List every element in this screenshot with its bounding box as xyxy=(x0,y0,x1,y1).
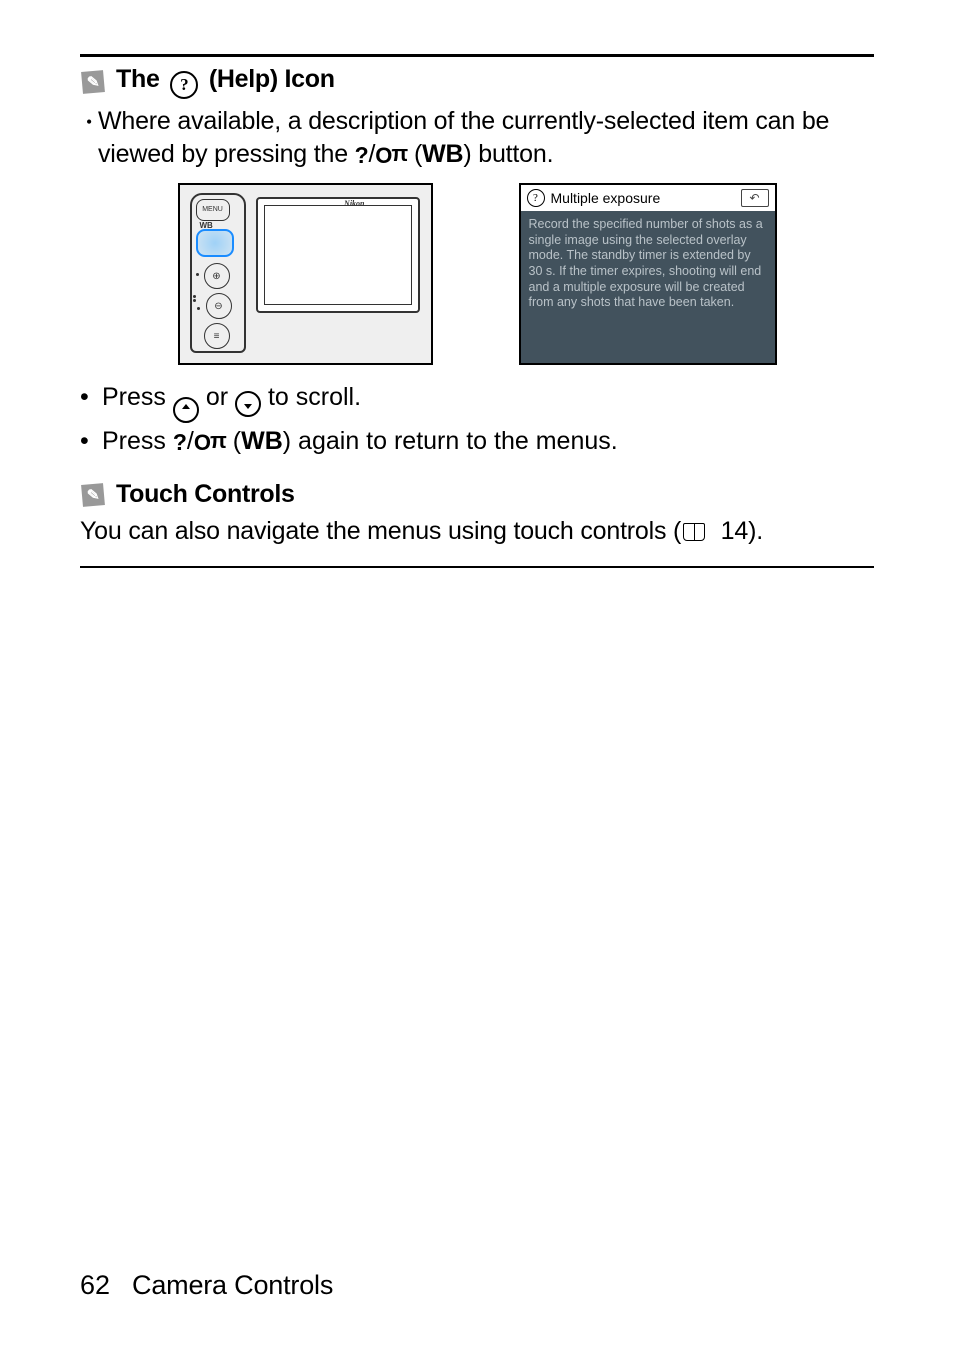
para1-b: ( xyxy=(414,140,422,168)
camera-dot-icon xyxy=(197,307,200,310)
rule-top xyxy=(80,54,874,57)
b2b: ( xyxy=(233,427,241,455)
book-icon xyxy=(683,523,705,541)
bullet-icon: ･ xyxy=(80,107,98,140)
p2a: You can also navigate the menus using to… xyxy=(80,517,681,545)
wb-label-2: WB xyxy=(241,427,283,455)
help-title: Multiple exposure xyxy=(551,190,661,206)
help-q-icon: ? xyxy=(527,189,545,207)
para1-c: ) button. xyxy=(463,140,553,168)
bullet-return: • Press ?/Oπ (WB) again to return to the… xyxy=(80,425,874,459)
page-footer: 62 Camera Controls xyxy=(80,1270,333,1301)
camera-screen-inner xyxy=(264,205,412,305)
camera-dot-icon xyxy=(193,299,196,302)
camera-dot-icon xyxy=(193,295,196,298)
rule-bottom xyxy=(80,566,874,568)
camera-diagram: MENU WB ⊕ ⊖ ≡ Nikon xyxy=(178,183,433,365)
b1a: Press xyxy=(102,383,173,411)
b2c: ) again to return to the menus. xyxy=(283,427,618,455)
b1b: or xyxy=(206,383,235,411)
question-key-icon: ? xyxy=(355,142,369,168)
note-badge-icon: ✎ xyxy=(81,483,105,507)
protect-key-icon: Oπ xyxy=(194,428,226,458)
help-screen-header: ? Multiple exposure ↶ xyxy=(521,185,775,211)
camera-help-button-highlight xyxy=(196,229,234,257)
camera-brand-label: Nikon xyxy=(344,199,364,208)
p2b: ). xyxy=(748,517,763,545)
paragraph-help-description: ･ Where available, a description of the … xyxy=(80,105,874,171)
dpad-down-icon xyxy=(235,391,261,417)
b1c: to scroll. xyxy=(268,383,361,411)
bullet-scroll: • Press or to scroll. xyxy=(80,381,874,423)
section-heading-help-icon: ✎ The ? (Help) Icon xyxy=(82,65,874,99)
heading-text-post: (Help) Icon xyxy=(209,65,335,93)
question-key-icon: ? xyxy=(173,429,187,455)
note-badge-icon: ✎ xyxy=(81,70,105,94)
camera-dot-icon xyxy=(196,273,199,276)
page-ref: 14 xyxy=(721,517,748,545)
protect-key-icon: Oπ xyxy=(375,141,407,170)
section-heading-touch: ✎ Touch Controls xyxy=(82,480,874,509)
chapter-label: Camera Controls xyxy=(132,1270,333,1301)
help-circle-icon: ? xyxy=(170,71,198,99)
camera-zoom-out-button: ⊖ xyxy=(206,293,232,319)
camera-zoom-in-button: ⊕ xyxy=(204,263,230,289)
help-screen: ? Multiple exposure ↶ Record the specifi… xyxy=(519,183,777,365)
wb-label: WB xyxy=(422,140,463,168)
camera-menu-button: MENU xyxy=(196,199,230,221)
camera-disp-button: ≡ xyxy=(204,323,230,349)
figure-row: MENU WB ⊕ ⊖ ≡ Nikon ? Multiple exposure … xyxy=(80,183,874,365)
camera-screen xyxy=(256,197,420,313)
paragraph-touch: You can also navigate the menus using to… xyxy=(80,515,874,548)
heading-text-pre: The xyxy=(116,65,166,93)
dpad-up-icon xyxy=(173,397,199,423)
page-number: 62 xyxy=(80,1270,110,1301)
heading-touch-text: Touch Controls xyxy=(116,480,295,509)
bullet-icon: • xyxy=(80,425,102,459)
help-body-text: Record the specified number of shots as … xyxy=(521,211,775,317)
back-icon: ↶ xyxy=(741,189,769,207)
bullet-icon: • xyxy=(80,381,102,415)
b2a: Press xyxy=(102,427,173,455)
sub-bullets: • Press or to scroll. • Press ?/Oπ (WB) … xyxy=(80,381,874,458)
